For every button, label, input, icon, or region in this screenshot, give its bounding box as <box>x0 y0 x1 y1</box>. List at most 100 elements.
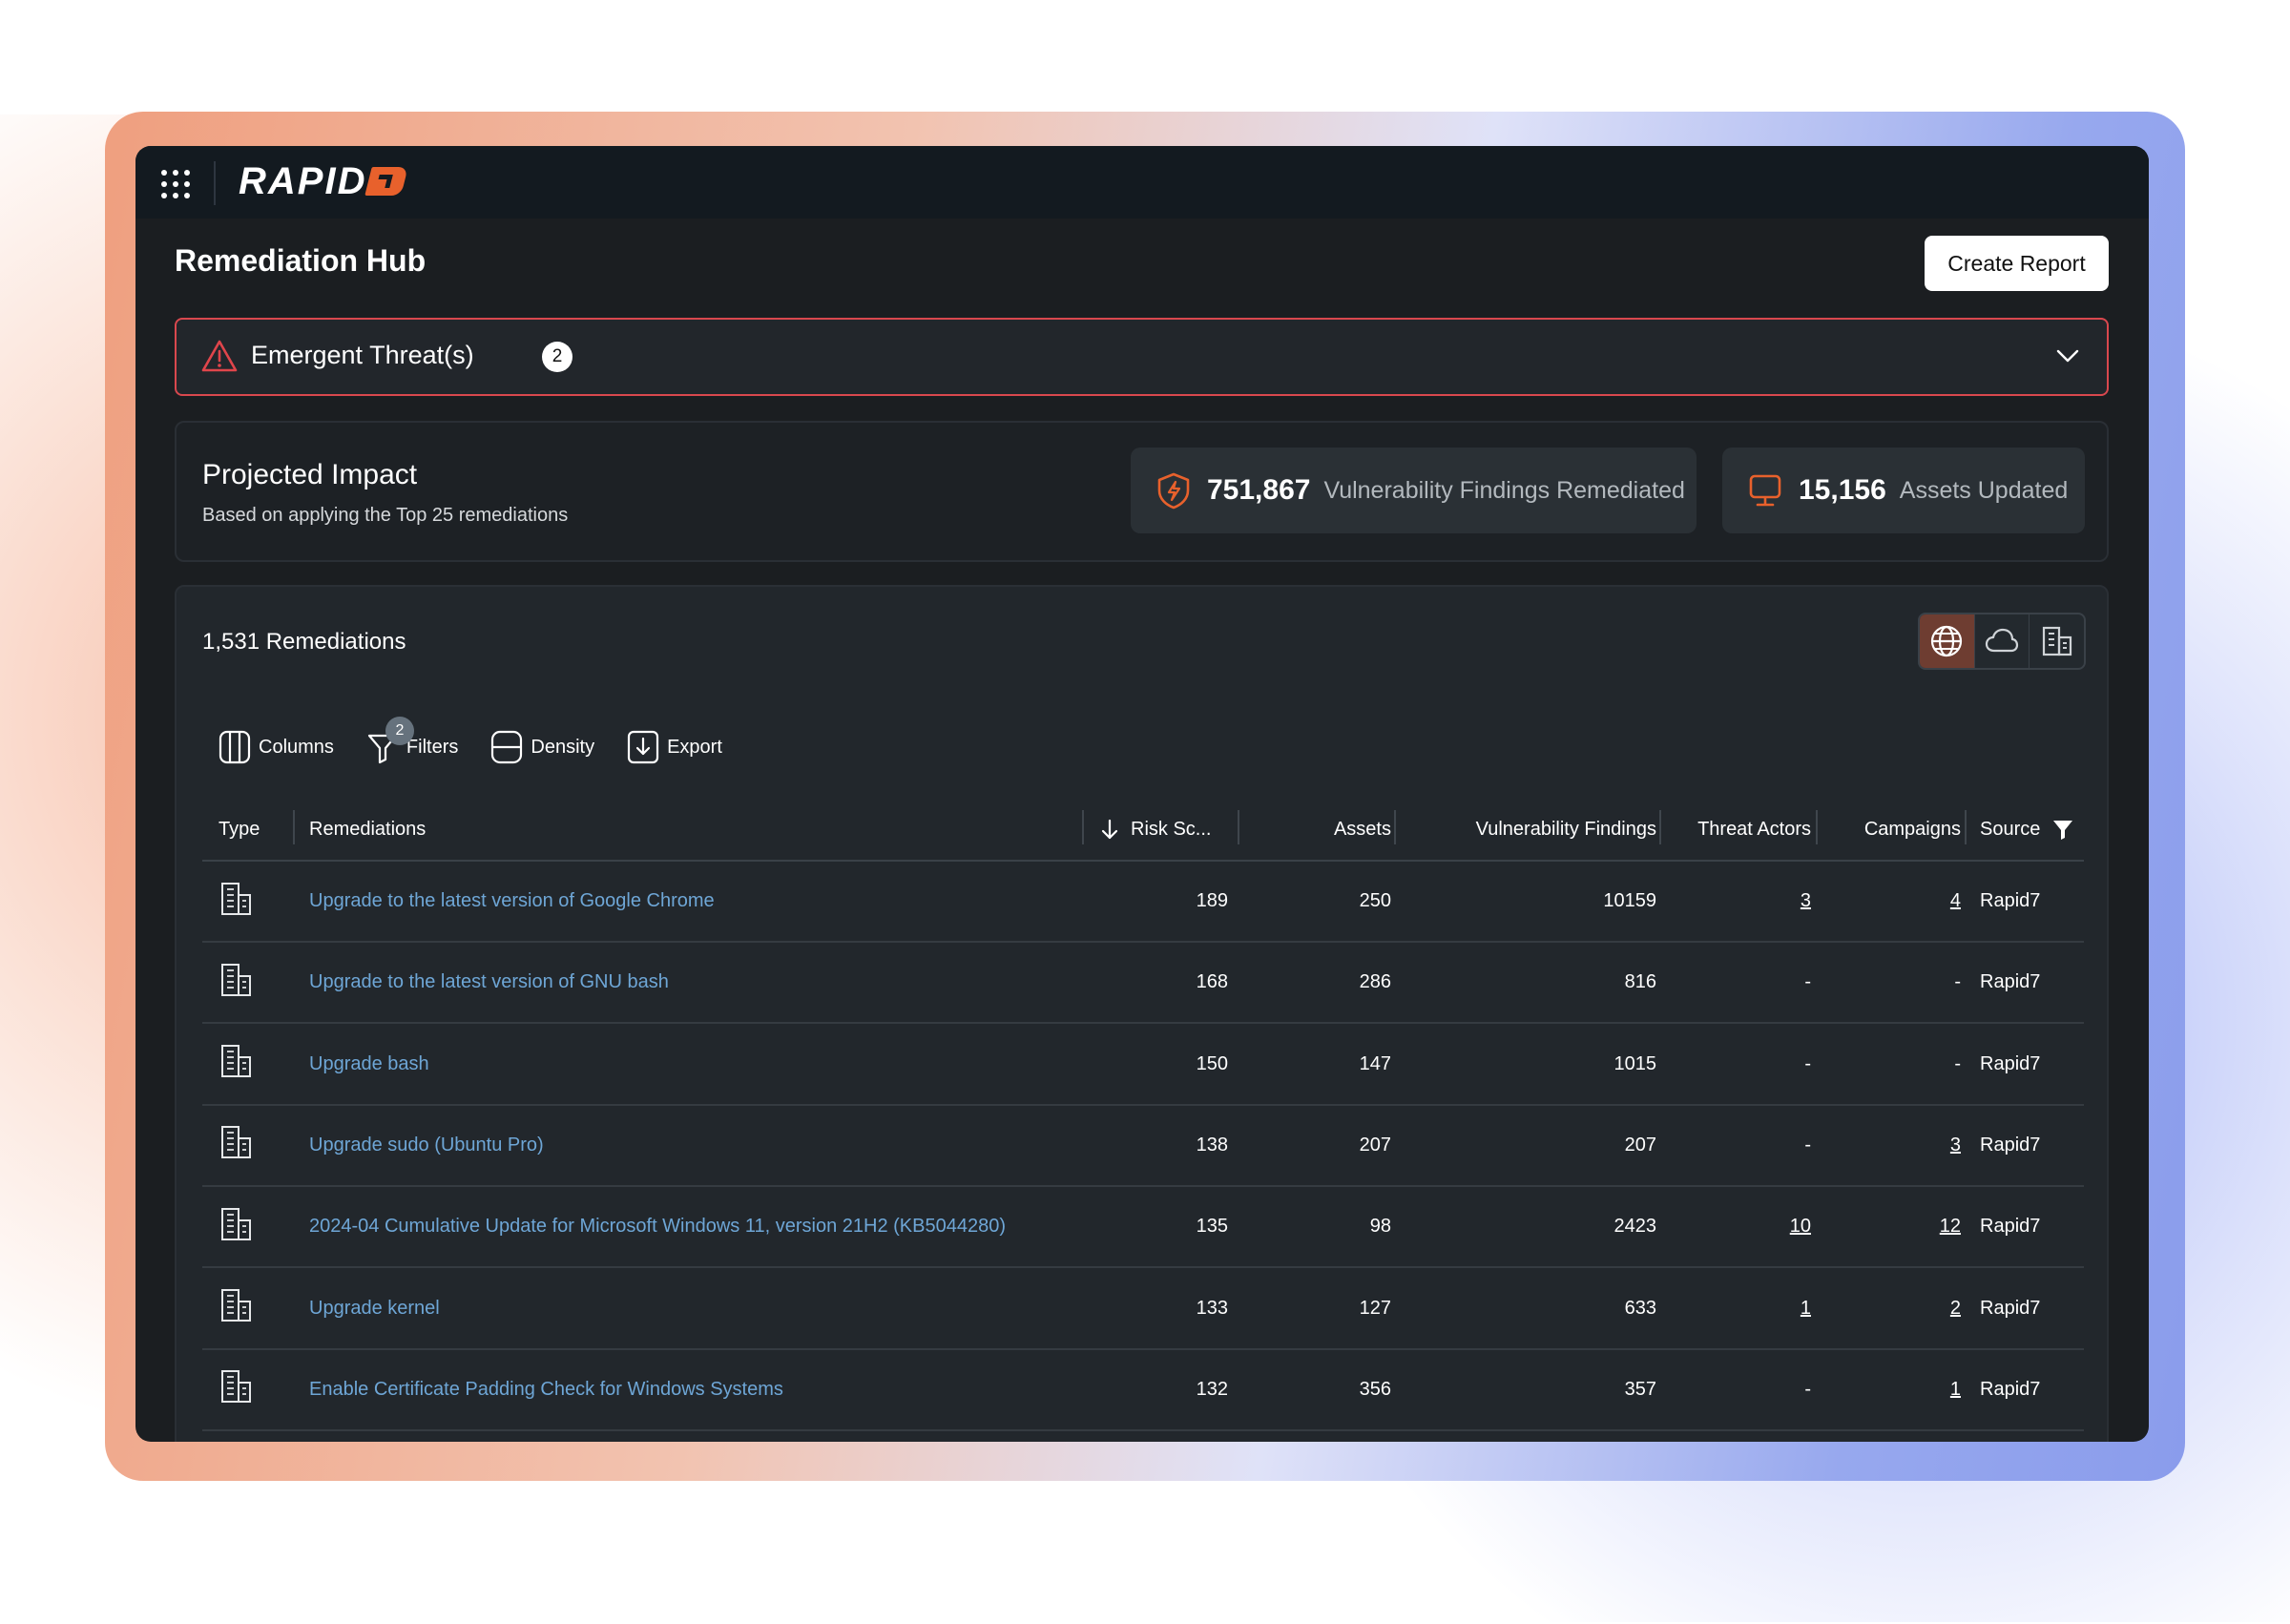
threat-actors-cell: - <box>1672 1106 1811 1185</box>
risk-score-cell: 189 <box>1196 890 1228 911</box>
export-button[interactable]: Export <box>627 730 722 764</box>
impact-subtitle: Based on applying the Top 25 remediation… <box>202 505 569 526</box>
findings-cell: 816 <box>1624 971 1656 993</box>
density-icon <box>491 730 523 764</box>
emergent-threats-count-badge: 2 <box>542 342 572 372</box>
remediation-link[interactable]: 2024-04 Cumulative Update for Microsoft … <box>309 1187 1072 1266</box>
type-cell <box>219 1350 276 1429</box>
view-mode-on-premise[interactable] <box>2030 614 2084 668</box>
building-icon <box>219 1205 253 1249</box>
threat-actors-cell: - <box>1672 1350 1811 1429</box>
threat-actors-link[interactable]: 1 <box>1801 1298 1811 1320</box>
assets-cell: 127 <box>1359 1297 1391 1319</box>
header-divider[interactable] <box>1238 810 1239 844</box>
chevron-down-icon[interactable] <box>2054 344 2081 367</box>
export-label: Export <box>667 736 722 758</box>
export-icon <box>627 730 659 764</box>
view-mode-cloud[interactable] <box>1975 614 2030 668</box>
table-row[interactable]: 2024-04 Cumulative Update for Microsoft … <box>202 1187 2084 1269</box>
globe-icon <box>1931 625 1963 657</box>
header-divider[interactable] <box>1965 810 1967 844</box>
header-remediations[interactable]: Remediations <box>309 799 882 860</box>
header-threat-actors[interactable]: Threat Actors <box>1672 799 1811 860</box>
campaigns-link[interactable]: 1 <box>1950 1379 1961 1401</box>
emergent-threats-accordion[interactable]: Emergent Threat(s) 2 <box>175 318 2109 396</box>
view-mode-global[interactable] <box>1920 614 1975 668</box>
findings-remediated-stat: 751,867 Vulnerability Findings Remediate… <box>1131 448 1697 533</box>
campaigns-link[interactable]: 2 <box>1950 1298 1961 1320</box>
threat-actors-value: - <box>1804 1134 1811 1156</box>
arrow-down-icon <box>1101 819 1118 840</box>
campaigns-cell[interactable]: 1 <box>1824 1350 1961 1429</box>
remediation-link[interactable]: Enable Certificate Padding Check for Win… <box>309 1350 1072 1429</box>
threat-actors-cell[interactable]: 3 <box>1672 862 1811 941</box>
findings-cell: 633 <box>1624 1297 1656 1319</box>
remediation-link[interactable]: Upgrade to the latest version of Google … <box>309 862 1072 941</box>
columns-button[interactable]: Columns <box>219 730 334 764</box>
header-vulnerability-findings[interactable]: Vulnerability Findings <box>1405 799 1656 860</box>
campaigns-cell[interactable]: 3 <box>1824 1106 1961 1185</box>
threat-actors-cell[interactable]: 10 <box>1672 1187 1811 1266</box>
threat-actors-cell: - <box>1672 1025 1811 1104</box>
campaigns-cell[interactable]: 2 <box>1824 1269 1961 1348</box>
campaigns-value: - <box>1954 1052 1961 1074</box>
campaigns-cell[interactable]: 4 <box>1824 862 1961 941</box>
findings-cell: 10159 <box>1603 890 1656 911</box>
risk-score-cell: 135 <box>1196 1216 1228 1238</box>
threat-actors-cell[interactable]: 1 <box>1672 1269 1811 1348</box>
campaigns-cell: - <box>1824 1025 1961 1104</box>
campaigns-link[interactable]: 4 <box>1950 890 1961 912</box>
assets-cell: 207 <box>1359 1134 1391 1156</box>
emergent-threats-label: Emergent Threat(s) <box>251 341 474 369</box>
threat-actors-link[interactable]: 10 <box>1790 1216 1811 1238</box>
header-source[interactable]: Source <box>1980 799 2085 860</box>
projected-impact-card: Projected Impact Based on applying the T… <box>175 421 2109 562</box>
header-risk-score[interactable]: Risk Sc... <box>1094 799 1233 860</box>
findings-cell: 1015 <box>1613 1052 1657 1074</box>
building-icon <box>219 880 253 924</box>
campaigns-link[interactable]: 3 <box>1950 1135 1961 1156</box>
table-row[interactable]: Upgrade bash 150 147 1015- - Rapid7 <box>202 1025 2084 1106</box>
remediation-link[interactable]: Upgrade sudo (Ubuntu Pro) <box>309 1106 1072 1185</box>
campaigns-cell[interactable]: 12 <box>1824 1187 1961 1266</box>
threat-actors-link[interactable]: 3 <box>1801 890 1811 912</box>
threat-actors-value: - <box>1804 1378 1811 1400</box>
risk-score-cell: 168 <box>1196 971 1228 993</box>
source-cell: Rapid7 <box>1980 1052 2041 1074</box>
remediation-link[interactable]: Upgrade bash <box>309 1025 1072 1104</box>
risk-score-cell: 133 <box>1196 1297 1228 1319</box>
table-row[interactable]: Upgrade kernel 133 127 633 1 2 Rapid7 <box>202 1269 2084 1350</box>
header-divider[interactable] <box>293 810 295 844</box>
table-row[interactable]: Enable Certificate Padding Check for Win… <box>202 1350 2084 1431</box>
filters-button[interactable]: 2 Filters <box>366 717 458 764</box>
table-row[interactable]: Upgrade sudo (Ubuntu Pro) 138 207 207 - 3 Rapi… <box>202 1106 2084 1187</box>
header-divider[interactable] <box>1082 810 1084 844</box>
app-grid-icon[interactable] <box>158 167 193 201</box>
density-button[interactable]: Density <box>490 730 594 764</box>
rapid7-logo[interactable]: RAPID <box>239 157 409 205</box>
campaigns-link[interactable]: 12 <box>1940 1216 1961 1238</box>
header-assets[interactable]: Assets <box>1252 799 1391 860</box>
monitor-icon <box>1749 474 1781 507</box>
columns-label: Columns <box>259 736 334 758</box>
header-divider[interactable] <box>1659 810 1661 844</box>
app-window: RAPID Remediation Hub Create Report Emer… <box>135 146 2149 1442</box>
header-divider[interactable] <box>1816 810 1818 844</box>
risk-score-cell: 132 <box>1196 1378 1228 1400</box>
source-cell: Rapid7 <box>1980 1134 2041 1156</box>
threat-actors-value: - <box>1804 971 1811 993</box>
header-type[interactable]: Type <box>219 799 295 860</box>
remediation-link[interactable]: Upgrade kernel <box>309 1269 1072 1348</box>
filter-active-icon[interactable] <box>2051 818 2074 841</box>
header-divider[interactable] <box>1394 810 1396 844</box>
header-campaigns[interactable]: Campaigns <box>1824 799 1961 860</box>
table-row[interactable]: Upgrade to the latest version of Google … <box>202 862 2084 943</box>
create-report-button[interactable]: Create Report <box>1925 236 2109 291</box>
findings-cell: 207 <box>1624 1134 1656 1156</box>
source-cell: Rapid7 <box>1980 1378 2041 1400</box>
table-row[interactable]: Upgrade to the latest version of GNU bas… <box>202 943 2084 1025</box>
cloud-icon <box>1985 628 2019 653</box>
remediation-link[interactable]: Upgrade to the latest version of GNU bas… <box>309 943 1072 1022</box>
assets-cell: 250 <box>1359 890 1391 911</box>
topbar-divider <box>214 161 216 205</box>
